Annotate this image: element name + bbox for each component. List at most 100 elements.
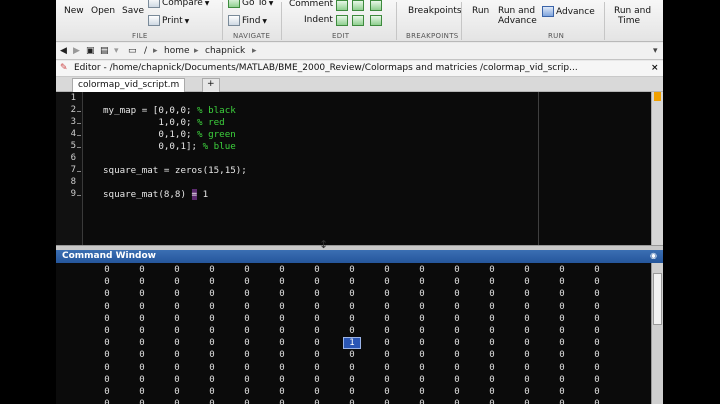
increase-indent-icon[interactable] [352,15,364,26]
toolstrip: New Open Save Compare ▼ Print ▼ FILE Go … [56,0,663,42]
compare-button[interactable]: Compare ▼ [148,0,209,8]
comment-button[interactable]: Comment [289,0,333,9]
goto-label: Go To [242,0,267,8]
decrease-indent-icon[interactable] [370,15,382,26]
run-and-advance-line1[interactable]: Run and [498,6,535,16]
line-number: 5 [70,141,76,151]
matrix-value: 0 [314,350,320,361]
matrix-value: 0 [489,277,495,288]
matrix-value: 0 [244,326,250,336]
right-margin-line [538,92,539,245]
matrix-value: 0 [489,313,495,324]
matrix-value: 0 [524,301,530,312]
matrix-value: 0 [104,326,110,336]
matrix-value: 0 [454,289,460,300]
matrix-value: 0 [169,399,185,404]
line-number-gutter: 1 2 3 4 5 6 7 8 9 [56,92,83,245]
matrix-value: 0 [134,399,150,404]
save-button[interactable]: Save [122,6,144,16]
line-number: 6 [70,153,76,163]
matrix-value: 0 [244,338,250,349]
up-folder-icon[interactable]: ▣ [86,46,95,56]
matrix-value: 0 [594,350,600,361]
matrix-value: 0 [524,326,530,336]
wrap-comment-icon[interactable] [370,0,382,11]
code-editor[interactable]: 1 2 3 4 5 6 7 8 9 my_map = [0,0,0; % bla… [56,92,663,245]
breadcrumb-chapnick[interactable]: chapnick [205,46,245,56]
matrix-value: 0 [209,387,215,397]
matrix-value: 0 [454,313,460,324]
matrix-value: 0 [349,313,355,324]
back-icon[interactable]: ◀ [60,46,67,56]
run-and-advance-line2[interactable]: Advance [498,16,537,26]
code-text: 1 [197,189,209,200]
chevron-down-icon[interactable]: ▾ [653,46,658,56]
command-window-title-bar: Command Window ◉ [56,250,663,263]
chevron-down-icon: ▼ [260,18,267,25]
breadcrumb-home[interactable]: home [164,46,190,56]
command-window-menu-icon[interactable]: ◉ [650,251,657,260]
matrix-value: 0 [209,277,215,288]
goto-button[interactable]: Go To ▼ [228,0,273,8]
breakpoint-marker[interactable] [77,111,81,112]
matrix-value: 0 [384,326,390,336]
matrix-value: 0 [594,362,600,373]
tab-colormap-vid-script[interactable]: colormap_vid_script.m [72,78,186,92]
breakpoint-marker[interactable] [77,147,81,148]
advance-button[interactable]: Advance [542,6,595,17]
matrix-value: 0 [139,301,145,312]
run-button[interactable]: Run [472,6,489,16]
line-number: 4 [70,129,76,139]
forward-icon[interactable]: ▶ [73,46,80,56]
chevron-down-icon[interactable]: ▾ [114,46,119,56]
command-window[interactable]: 0000000000000000000000000000000000000000… [56,263,663,404]
breadcrumb-root[interactable]: / [144,46,147,56]
matrix-value: 0 [244,387,250,397]
comment-toggle-icon[interactable] [336,0,348,11]
breakpoint-marker[interactable] [77,171,81,172]
matrix-value: 0 [524,338,530,349]
run-and-time-line2[interactable]: Time [618,16,640,26]
new-button[interactable]: New [64,6,84,16]
matrix-value: 0 [524,374,530,385]
matrix-value: 0 [489,387,495,397]
matrix-value: 0 [349,265,355,275]
run-and-time-line1[interactable]: Run and [614,6,651,16]
matrix-value: 0 [104,362,110,373]
breakpoint-marker[interactable] [77,135,81,136]
matrix-value: 0 [244,289,250,300]
matrix-value: 0 [489,374,495,385]
matrix-value: 0 [314,289,320,300]
close-icon[interactable]: × [651,63,659,73]
command-window-scrollbar[interactable] [651,263,663,404]
open-button[interactable]: Open [91,6,115,16]
breakpoints-button[interactable]: Breakpoints [408,6,462,16]
find-button[interactable]: Find ▼ [228,15,267,26]
matrix-value: 0 [454,338,460,349]
matrix-value: 0 [349,277,355,288]
scrollbar-thumb[interactable] [653,273,662,325]
line-number: 9 [70,189,76,199]
print-button[interactable]: Print ▼ [148,15,189,26]
add-tab-button[interactable]: + [202,78,220,92]
breakpoint-marker[interactable] [77,123,81,124]
matrix-value: 0 [139,289,145,300]
divider [604,2,605,40]
editor-scrollbar[interactable] [651,92,663,245]
matrix-value: 0 [559,350,565,361]
matrix-value: 0 [349,301,355,312]
breakpoint-marker[interactable] [77,195,81,196]
matrix-value: 0 [419,289,425,300]
uncomment-icon[interactable] [352,0,364,11]
matrix-value: 0 [419,362,425,373]
matrix-value: 0 [594,277,600,288]
smart-indent-icon[interactable] [336,15,348,26]
matrix-value: 0 [419,301,425,312]
indent-button[interactable]: Indent [304,15,333,25]
code-line-9: square_mat(8,8) = 1 [103,189,208,200]
matrix-value: 0 [209,350,215,361]
section-file: FILE [132,32,148,40]
matrix-value: 0 [104,350,110,361]
browse-folder-icon[interactable]: ▤ [100,46,109,56]
matrix-value: 0 [174,362,180,373]
